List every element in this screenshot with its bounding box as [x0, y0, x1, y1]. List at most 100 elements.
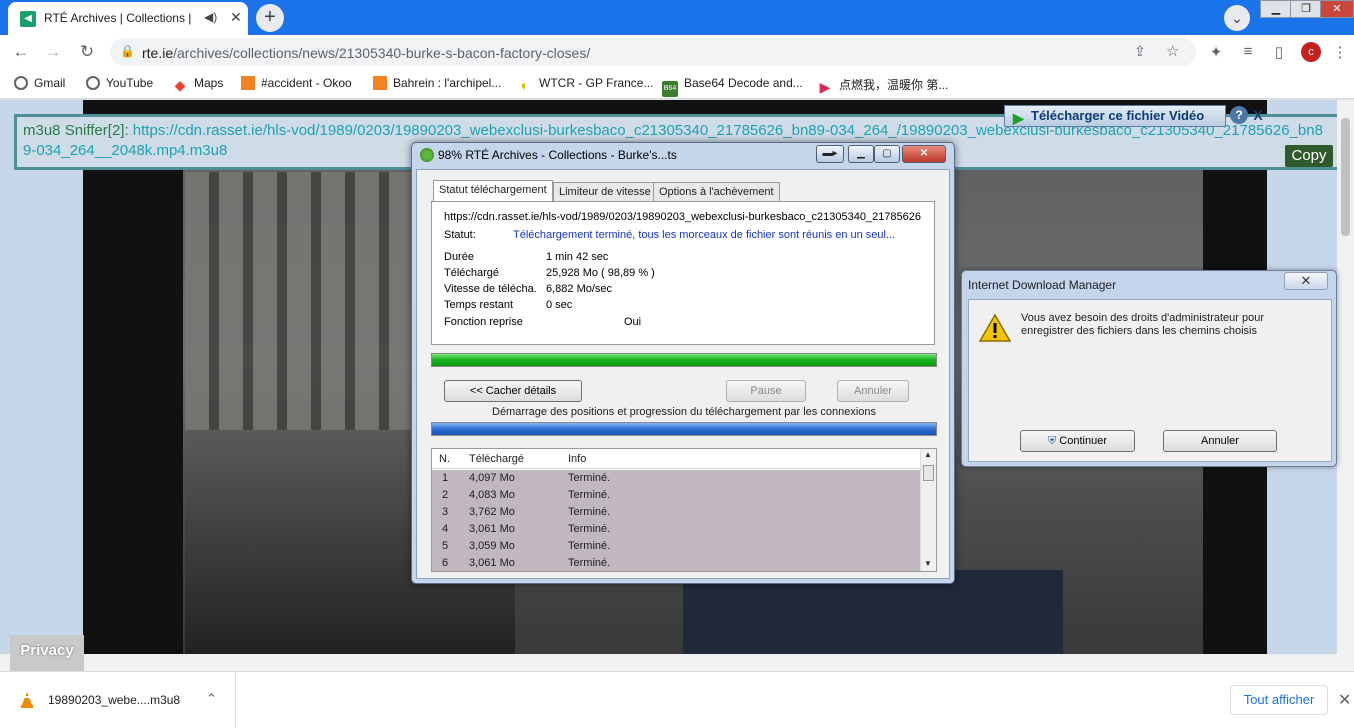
tab-title: RTÉ Archives | Collections | B	[44, 11, 194, 25]
globe-icon	[86, 76, 100, 90]
close-icon[interactable]: X	[1250, 106, 1266, 124]
conn-number: 2	[442, 489, 449, 501]
bookmark-okoo[interactable]: #accident - Okoo	[241, 76, 352, 90]
share-icon[interactable]: ⇪	[1134, 43, 1146, 60]
tab-speed-limiter[interactable]: Limiteur de vitesse	[553, 182, 657, 202]
col-header-n[interactable]: N.	[439, 453, 450, 465]
show-all-button[interactable]: Tout afficher	[1230, 685, 1328, 715]
dialog-close-button[interactable]: ✕	[1284, 272, 1328, 290]
continue-label: Continuer	[1059, 435, 1107, 447]
connections-progress-bar	[431, 422, 937, 436]
bookmark-chinese-drama[interactable]: ▶ 点燃我，温暖你 第...	[817, 76, 949, 95]
scrollbar-thumb[interactable]	[1341, 118, 1350, 236]
tab-download-status[interactable]: Statut téléchargement	[433, 180, 553, 202]
vertical-scrollbar[interactable]	[1337, 100, 1354, 654]
bookmark-gmail[interactable]: Gmail	[14, 76, 65, 90]
okoo-icon	[241, 76, 255, 90]
idm-close-button[interactable]: ✕	[902, 145, 946, 163]
bookmark-base64[interactable]: B64 Base64 Decode and...	[662, 76, 803, 97]
tab-completion-options[interactable]: Options à l'achèvement	[653, 182, 780, 202]
copy-button[interactable]: Copy	[1285, 145, 1333, 167]
conn-info: Terminé.	[568, 523, 611, 535]
lock-icon[interactable]: 🔒	[120, 44, 135, 58]
hide-details-button[interactable]: << Cacher détails	[444, 380, 582, 402]
scrollbar-thumb[interactable]	[923, 465, 934, 481]
back-arrow-icon[interactable]: ←	[10, 41, 32, 63]
wtcr-icon: ◐	[520, 77, 530, 93]
bookmark-bahrein[interactable]: Bahrein : l'archipel...	[373, 76, 501, 90]
row-label: Téléchargé	[444, 267, 500, 279]
tab-search-icon[interactable]: ⌄	[1224, 5, 1250, 31]
help-icon[interactable]: ?	[1230, 106, 1248, 124]
bookmark-label: 点燃我，温暖你 第...	[839, 78, 949, 92]
connection-row[interactable]: 3 3,762 Mo Terminé.	[432, 504, 920, 521]
col-header-downloaded[interactable]: Téléchargé	[469, 453, 524, 465]
dialog-cancel-button[interactable]: Annuler	[1163, 430, 1277, 452]
conn-number: 5	[442, 540, 449, 552]
forward-arrow-icon[interactable]: →	[42, 41, 64, 63]
reload-icon[interactable]: ↻	[76, 41, 98, 63]
privacy-badge[interactable]: Privacy	[10, 635, 84, 671]
conn-info: Terminé.	[568, 506, 611, 518]
bookmark-wtcr[interactable]: ◐ WTCR - GP France...	[517, 76, 654, 93]
idm-tray-button[interactable]: ▬▸	[816, 145, 844, 163]
maps-pin-icon: ◆	[174, 77, 186, 93]
close-shelf-icon[interactable]: ✕	[1338, 690, 1351, 710]
menu-kebab-icon[interactable]: ⋮	[1331, 43, 1349, 61]
horizontal-scrollbar[interactable]	[0, 654, 1354, 671]
reading-list-icon[interactable]: ≡	[1239, 43, 1257, 60]
status-label: Statut:	[444, 229, 476, 241]
idm-minimize-button[interactable]: ▁	[848, 145, 874, 163]
connections-list: N. Téléchargé Info 1 4,097 Mo Terminé. 2 4,…	[431, 448, 937, 572]
bookmark-label: Bahrein : l'archipel...	[393, 76, 502, 90]
scroll-up-icon[interactable]: ▲	[924, 450, 932, 459]
connections-scrollbar[interactable]: ▲ ▼	[920, 449, 936, 571]
tab-close-icon[interactable]: ✕	[230, 9, 242, 26]
row-label: Durée	[444, 251, 474, 263]
download-video-button[interactable]: ▶ Télécharger ce fichier Vidéo	[1004, 105, 1226, 127]
col-header-info[interactable]: Info	[568, 453, 586, 465]
restore-button[interactable]: ❐	[1290, 0, 1322, 18]
bookmark-maps[interactable]: ◆ Maps	[172, 76, 224, 93]
conn-number: 4	[442, 523, 449, 535]
conn-info: Terminé.	[568, 540, 611, 552]
idm-download-window: 98% RTÉ Archives - Collections - Burke's…	[411, 142, 955, 584]
rte-favicon-icon: ◀	[20, 11, 36, 27]
bookmark-star-icon[interactable]: ☆	[1166, 42, 1179, 60]
bookmark-youtube[interactable]: YouTube	[86, 76, 153, 90]
connection-row[interactable]: 4 3,061 Mo Terminé.	[432, 521, 920, 538]
cancel-button[interactable]: Annuler	[837, 380, 909, 402]
url-text[interactable]: rte.ie/archives/collections/news/2130534…	[142, 45, 590, 61]
connection-row[interactable]: 5 3,059 Mo Terminé.	[432, 538, 920, 555]
minimize-button[interactable]: ▁	[1260, 0, 1292, 18]
connection-row[interactable]: 6 3,061 Mo Terminé.	[432, 555, 920, 571]
download-item[interactable]: 19890203_webe....m3u8 ⌃	[0, 672, 236, 728]
connection-row[interactable]: 2 4,083 Mo Terminé.	[432, 487, 920, 504]
scroll-down-icon[interactable]: ▼	[924, 559, 932, 568]
download-shelf: 19890203_webe....m3u8 ⌃ Tout afficher ✕	[0, 671, 1354, 728]
address-bar[interactable]: 🔒 rte.ie/archives/collections/news/21305…	[110, 38, 1196, 66]
download-url: https://cdn.rasset.ie/hls-vod/1989/0203/…	[444, 211, 922, 223]
pause-button[interactable]: Pause	[726, 380, 806, 402]
chevron-up-icon[interactable]: ⌃	[206, 691, 217, 707]
download-progress-bar	[431, 353, 937, 367]
tab-audio-icon[interactable]: ◀)	[204, 10, 217, 24]
extensions-puzzle-icon[interactable]: ✦	[1207, 43, 1225, 61]
browser-tab[interactable]: ◀ RTÉ Archives | Collections | B ◀) ✕	[8, 2, 248, 35]
row-value: 6,882 Mo/sec	[546, 283, 613, 295]
new-tab-button[interactable]: +	[256, 4, 284, 32]
profile-avatar[interactable]: c	[1301, 42, 1321, 62]
conn-downloaded: 3,061 Mo	[469, 557, 515, 569]
dialog-body: Vous avez besoin des droits d'administra…	[968, 299, 1332, 462]
download-filename: 19890203_webe....m3u8	[48, 693, 181, 707]
admin-rights-dialog: Internet Download Manager ✕ Vous avez be…	[961, 270, 1337, 467]
window-close-button[interactable]: ✕	[1320, 0, 1354, 18]
idm-maximize-button[interactable]: ▢	[874, 145, 900, 163]
video-site-icon: ▶	[819, 79, 831, 95]
side-panel-icon[interactable]: ▯	[1270, 43, 1288, 61]
continue-button[interactable]: ⛨ Continuer	[1020, 430, 1135, 452]
connection-row[interactable]: 1 4,097 Mo Terminé.	[432, 470, 920, 487]
bookmark-label: WTCR - GP France...	[539, 76, 654, 90]
conn-number: 3	[442, 506, 449, 518]
globe-icon	[14, 76, 28, 90]
